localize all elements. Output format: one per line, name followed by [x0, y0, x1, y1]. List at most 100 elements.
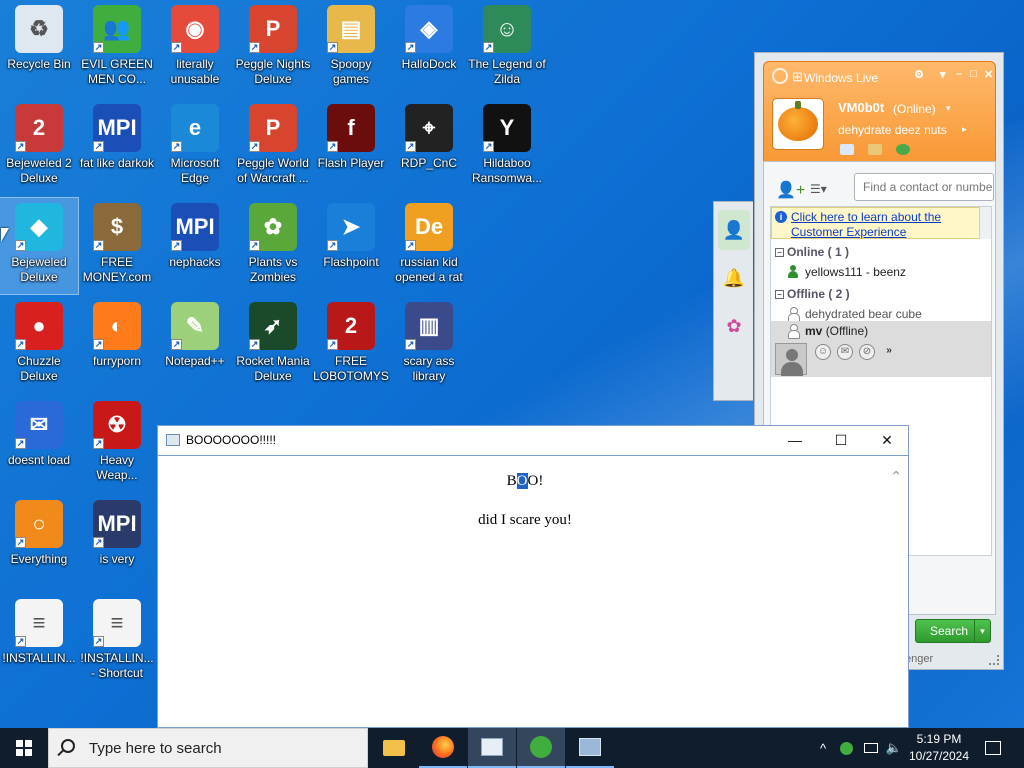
message-arrow-icon[interactable]: ▸	[962, 124, 967, 135]
desktop-icon-label: Heavy Weap...	[96, 453, 138, 482]
minimize-button[interactable]: —	[772, 426, 818, 455]
desktop-icon[interactable]: P ↗ Peggle Nights Deluxe	[234, 0, 312, 96]
more-chevron-icon[interactable]: »	[881, 344, 897, 360]
folder-icon[interactable]	[868, 144, 882, 155]
close-button[interactable]: ✕	[984, 68, 993, 81]
desktop-icon[interactable]: ➶ ↗ Rocket Mania Deluxe	[234, 297, 312, 393]
boo-window[interactable]: BOOOOOOO!!!!! — ☐ ✕ BOO! did I scare you…	[157, 425, 909, 728]
boo-content[interactable]: BOO! did I scare you! ⌃	[158, 457, 908, 727]
alerts-tab-icon[interactable]: 🔔	[718, 258, 750, 298]
group-offline[interactable]: − Offline ( 2 )	[775, 287, 850, 301]
settings-icon[interactable]: ⚙	[914, 68, 924, 81]
menu-chevron-icon[interactable]: ▾	[940, 68, 946, 81]
shortcut-arrow-icon: ↗	[327, 42, 338, 53]
shortcut-arrow-icon: ↗	[15, 141, 26, 152]
desktop-icon[interactable]: ▥ ↗ scary ass library	[390, 297, 468, 393]
desktop-icon[interactable]: ➤ ↗ Flashpoint	[312, 198, 390, 294]
volume-icon[interactable]: 🔈	[884, 728, 904, 768]
add-contact-icon[interactable]: 👤+	[776, 180, 805, 200]
close-button[interactable]: ✕	[864, 426, 910, 455]
desktop-icon[interactable]: ☢ ↗ Heavy Weap...	[78, 396, 156, 492]
desktop-icon-label: Chuzzle Deluxe	[17, 354, 61, 383]
messenger-side-tabs: 👤 🔔 ✿	[713, 201, 753, 401]
desktop-icon[interactable]: De ↗ russian kid opened a rat	[390, 198, 468, 294]
compass-icon[interactable]: ⊘	[859, 344, 875, 360]
personal-message[interactable]: dehydrate deez nuts	[838, 123, 947, 137]
minimize-button[interactable]: –	[956, 68, 962, 80]
messenger-icon[interactable]	[517, 728, 565, 768]
remote-desktop-icon[interactable]	[566, 728, 614, 768]
back-icon[interactable]	[772, 68, 788, 84]
desktop-icon[interactable]: Y ↗ Hildaboo Ransomwa...	[468, 99, 546, 195]
desktop-icon[interactable]: ◐ ↗ furryporn	[78, 297, 156, 393]
desktop-icon[interactable]: ≡ ↗ !INSTALLIN... - Shortcut	[78, 594, 156, 690]
desktop-icon[interactable]: ♻ Recycle Bin	[0, 0, 78, 96]
desktop-icon[interactable]: 👥 ↗ EVIL GREEN MEN CO...	[78, 0, 156, 96]
desktop-icon[interactable]: ✉ ↗ doesnt load	[0, 396, 78, 492]
desktop-icon[interactable]: ◆ ↗ Bejeweled Deluxe	[0, 197, 79, 295]
desktop-icon[interactable]: ☺ ↗ The Legend of Zilda	[468, 0, 546, 96]
social-tab-icon[interactable]: ✿	[718, 306, 750, 346]
boo-titlebar[interactable]: BOOOOOOO!!!!! — ☐ ✕	[158, 426, 908, 456]
selected-contact-row[interactable]: mv (Offline) ☺ ✉ ⊘ »	[771, 321, 991, 377]
search-button[interactable]: Search ▾	[915, 619, 991, 643]
view-options-icon[interactable]: ☰▾	[810, 182, 827, 196]
desktop-icon[interactable]: ◈ ↗ HalloDock	[390, 0, 468, 96]
desktop-icon[interactable]: ✎ ↗ Notepad++	[156, 297, 234, 393]
desktop-icon[interactable]: ○ ↗ Everything	[0, 495, 78, 591]
collapse-icon[interactable]: −	[775, 248, 784, 257]
desktop-icon[interactable]: ▤ ↗ Spoopy games	[312, 0, 390, 96]
contact-avatar[interactable]	[775, 343, 807, 376]
search-icon	[61, 739, 75, 753]
tray-messenger-icon[interactable]	[836, 728, 856, 768]
desktop-icon[interactable]: P ↗ Peggle World of Warcraft ...	[234, 99, 312, 195]
network-icon[interactable]	[860, 728, 882, 768]
contact-search-input[interactable]: Find a contact or number	[854, 173, 994, 201]
resize-grip[interactable]	[989, 655, 999, 665]
desktop-icon[interactable]: MPI ↗ is very	[78, 495, 156, 591]
customer-experience-link[interactable]: Click here to learn about the Customer E…	[791, 210, 979, 240]
thunderbird-icon: ✉ ↗	[15, 401, 63, 449]
tray-expand-icon[interactable]: ^	[814, 728, 832, 768]
desktop-icon[interactable]: $ ↗ FREE MONEY.com	[78, 198, 156, 294]
dialog-app-icon[interactable]	[468, 728, 516, 768]
globe-icon[interactable]	[896, 144, 910, 155]
file-explorer-icon[interactable]	[370, 728, 418, 768]
taskbar-search-box[interactable]: Type here to search	[48, 728, 368, 768]
email-icon[interactable]: ✉	[837, 344, 853, 360]
desktop-icon[interactable]: ● ↗ Chuzzle Deluxe	[0, 297, 78, 393]
user-avatar[interactable]	[772, 98, 824, 150]
collapse-icon[interactable]: −	[775, 290, 784, 299]
desktop-icon[interactable]: ✿ ↗ Plants vs Zombies	[234, 198, 312, 294]
contact-item[interactable]: dehydrated bear cube	[787, 307, 922, 322]
user-status[interactable]: (Online)	[893, 102, 936, 116]
desktop-icon[interactable]: ◉ ↗ literally unusable	[156, 0, 234, 96]
desktop-icon[interactable]: e ↗ Microsoft Edge	[156, 99, 234, 195]
search-dropdown-icon[interactable]: ▾	[974, 620, 990, 642]
messenger-title: Windows Live	[804, 71, 879, 85]
desktop-icon[interactable]: 2 ↗ Bejeweled 2 Deluxe	[0, 99, 78, 195]
taskbar-clock[interactable]: 5:19 PM 10/27/2024	[906, 731, 972, 765]
scroll-up-icon[interactable]: ⌃	[890, 469, 902, 485]
desktop-icon[interactable]: f ↗ Flash Player	[312, 99, 390, 195]
profile-icon[interactable]: ☺	[815, 344, 831, 360]
contacts-tab-icon[interactable]: 👤	[718, 210, 750, 250]
notification-icon[interactable]	[976, 728, 1010, 768]
group-online[interactable]: − Online ( 1 )	[775, 245, 849, 259]
maximize-button[interactable]: □	[970, 68, 977, 80]
contact-item[interactable]: yellows111 - beenz	[787, 265, 906, 279]
contact-item[interactable]: mv (Offline)	[787, 324, 868, 339]
info-scrollbar[interactable]	[979, 207, 991, 239]
firefox-icon[interactable]	[419, 728, 467, 768]
desktop-icon[interactable]: MPI ↗ fat like darkok	[78, 99, 156, 195]
desktop-icon[interactable]: 2 ↗ FREE LOBOTOMYS	[312, 297, 390, 393]
status-chevron-icon[interactable]: ▾	[946, 103, 951, 114]
start-button[interactable]	[0, 728, 48, 768]
username[interactable]: VM0b0t	[838, 100, 884, 115]
maximize-button[interactable]: ☐	[818, 426, 864, 455]
desktop-icon[interactable]: ≡ ↗ !INSTALLIN...	[0, 594, 78, 690]
desktop-icon-label: scary ass library	[403, 354, 455, 383]
desktop-icon[interactable]: MPI ↗ nephacks	[156, 198, 234, 294]
mail-icon[interactable]	[840, 144, 854, 155]
desktop-icon[interactable]: ⌖ ↗ RDP_CnC	[390, 99, 468, 195]
